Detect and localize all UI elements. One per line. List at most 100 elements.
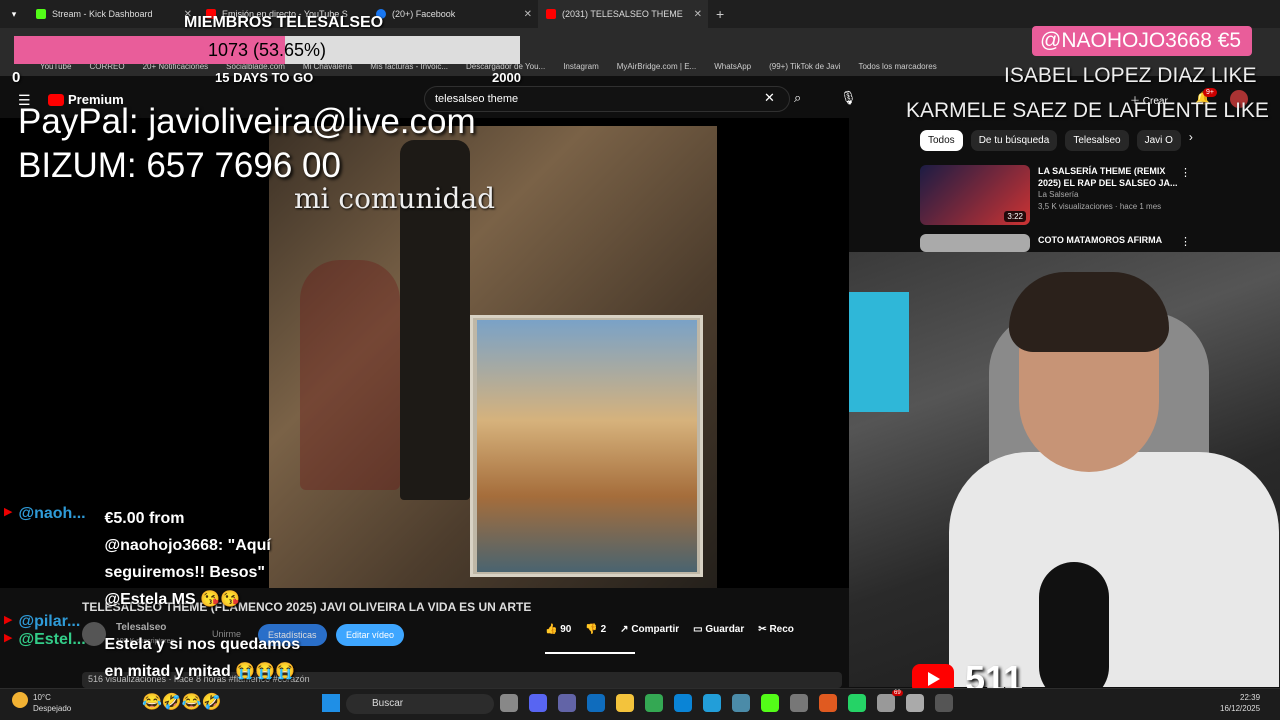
whatsapp-badge: 69 [892, 690, 903, 696]
like-alert-2: KARMELE SAEZ DE LAFUENTE LIKE [906, 99, 1269, 122]
youtube-icon: ▶ [4, 614, 13, 626]
taskbar-apps [500, 694, 953, 712]
youtube-icon: ▶ [4, 506, 13, 518]
streamer-shirt [949, 452, 1279, 687]
video-title[interactable]: COTO MATAMOROS AFIRMA [1038, 234, 1188, 246]
channel-name[interactable]: La Salsería [1038, 189, 1188, 201]
kick-icon[interactable] [761, 694, 779, 712]
microphone-icon[interactable]: 🎙 [840, 90, 857, 106]
chat-message: ▶ @naoh... €5.00 from @naohojo3668: "Aqu… [4, 505, 344, 613]
bookmark[interactable]: Todos los marcadores [858, 62, 936, 71]
app-icon[interactable] [906, 694, 924, 712]
chip-todos[interactable]: Todos [920, 130, 963, 151]
chat-message: ▶ @pilar... [4, 613, 344, 631]
recommended-video[interactable]: COTO MATAMOROS AFIRMA [920, 234, 1190, 252]
donation-badge: @NAOHOJO3668 €5 [1032, 26, 1252, 56]
chrome-icon[interactable] [645, 694, 663, 712]
kick-icon [36, 9, 46, 19]
whatsapp-icon[interactable] [848, 694, 866, 712]
clip-button[interactable]: ✂ Reco [758, 624, 794, 635]
goal-max: 2000 [492, 70, 521, 85]
date: 16/12/2025 [1220, 704, 1261, 713]
weather-widget[interactable]: 10°C Despejado [33, 692, 71, 714]
paypal-text: PayPal: javioliveira@live.com [18, 102, 476, 141]
video-title[interactable]: LA SALSERÍA THEME (REMIX 2025) EL RAP DE… [1038, 165, 1188, 189]
bookmark[interactable]: WhatsApp [714, 62, 751, 71]
edit-video-button[interactable]: Editar vídeo [336, 624, 405, 646]
bookmark[interactable]: Instagram [563, 62, 599, 71]
obs-icon[interactable] [790, 694, 808, 712]
emoji-reactions: 😂🤣😂🤣 [142, 694, 222, 711]
new-tab-button[interactable]: + [708, 6, 724, 22]
tab-label: (20+) Facebook [392, 9, 456, 19]
webcam-feed [849, 252, 1280, 687]
app-icon[interactable] [819, 694, 837, 712]
time: 22:39 [1240, 693, 1261, 702]
weather-temp: 10°C [33, 693, 51, 702]
more-icon[interactable]: ⋮ [1180, 235, 1191, 248]
video-duration: 3:22 [1004, 211, 1026, 222]
streamer-hair [1009, 272, 1169, 352]
video-thumbnail[interactable] [920, 234, 1030, 252]
app-icon[interactable] [732, 694, 750, 712]
chat-author: @pilar... [18, 613, 81, 630]
weather-icon[interactable] [12, 692, 28, 708]
taskbar-search[interactable]: Buscar [346, 694, 494, 714]
system-clock[interactable]: 22:39 16/12/2025 [1220, 692, 1260, 714]
tab-list-icon[interactable]: ▾ [0, 0, 28, 28]
teams-icon[interactable] [558, 694, 576, 712]
task-view-icon[interactable] [500, 694, 518, 712]
search-input[interactable]: telesalseo theme [424, 86, 790, 112]
save-button[interactable]: ▭ Guardar [693, 624, 744, 635]
bookmark[interactable]: (99+) TikTok de Javi [769, 62, 840, 71]
discord-icon[interactable] [529, 694, 547, 712]
video-thumbnail[interactable]: 3:22 [920, 165, 1030, 225]
recommended-video[interactable]: 3:22 LA SALSERÍA THEME (REMIX 2025) EL R… [920, 165, 1190, 225]
tab-kick[interactable]: Stream - Kick Dashboard ✕ [28, 0, 198, 28]
app-icon[interactable] [935, 694, 953, 712]
members-progress-bar: 1073 (53.65%) [14, 36, 520, 64]
like-button[interactable]: 👍 90 [545, 624, 571, 635]
tab-facebook[interactable]: (20+) Facebook ✕ [368, 0, 538, 28]
share-button[interactable]: ↗ Compartir [620, 624, 679, 635]
days-to-go: 15 DAYS TO GO [215, 70, 314, 85]
chip-search[interactable]: De tu búsqueda [970, 130, 1058, 151]
progress-label: 1073 (53.65%) [207, 40, 327, 60]
more-icon[interactable]: ⋮ [1180, 166, 1191, 179]
tab-label: Stream - Kick Dashboard [52, 9, 153, 19]
like-ratio-bar [545, 652, 635, 654]
members-goal-title: MIEMBROS TELESALSEO [184, 14, 384, 31]
chat-author: @naoh... [18, 505, 86, 522]
edge-icon[interactable] [674, 694, 692, 712]
tab-label: (2031) TELESALSEO THEME [562, 9, 683, 19]
dislike-button[interactable]: 👎 2 [585, 624, 606, 635]
wine-glass-image [300, 260, 400, 490]
weather-desc: Despejado [33, 704, 72, 713]
microphone [1039, 562, 1109, 687]
share-label: Compartir [631, 624, 680, 635]
dislike-count: 2 [600, 624, 607, 635]
windows-start-icon[interactable] [322, 694, 340, 712]
bizum-text: BIZUM: 657 7696 00 [18, 146, 341, 185]
tab-telesalseo[interactable]: (2031) TELESALSEO THEME ✕ [538, 0, 708, 28]
outlook-icon[interactable] [587, 694, 605, 712]
monitor-background [849, 292, 909, 412]
goal-min: 0 [12, 69, 21, 86]
chevron-right-icon[interactable]: › [1189, 130, 1193, 151]
app-icon[interactable] [877, 694, 895, 712]
like-alert-1: ISABEL LOPEZ DIAZ LIKE [1004, 64, 1257, 87]
telegram-icon[interactable] [703, 694, 721, 712]
chip-javi[interactable]: Javi O [1136, 130, 1181, 151]
notification-badge: 9+ [1203, 88, 1217, 97]
youtube-icon: ▶ [4, 632, 13, 644]
payment-info: PayPal: javioliveira@live.com BIZUM: 657… [18, 100, 476, 188]
video-actions: 👍 90 👎 2 ↗ Compartir ▭ Guardar ✂ Reco [545, 624, 794, 635]
search-icon[interactable]: ⌕ [794, 90, 801, 106]
file-explorer-icon[interactable] [616, 694, 634, 712]
chip-telesalseo[interactable]: Telesalseo [1065, 130, 1129, 151]
bookmark[interactable]: MyAirBridge.com | E... [617, 62, 696, 71]
close-icon[interactable]: ✕ [694, 9, 702, 20]
clear-search-icon[interactable]: ✕ [764, 90, 775, 106]
video-meta: 3,5 K visualizaciones · hace 1 mes [1038, 202, 1162, 211]
close-icon[interactable]: ✕ [524, 9, 532, 20]
